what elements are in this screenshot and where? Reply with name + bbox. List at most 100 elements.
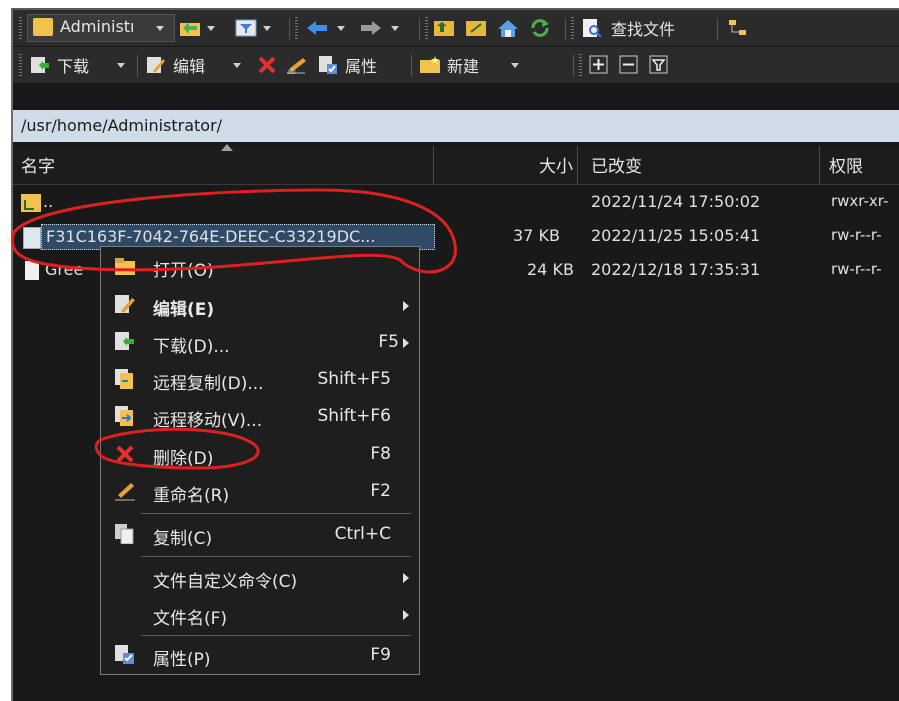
address-bar[interactable]: /usr/home/Administrator/ (13, 110, 899, 142)
chevron-down-icon (391, 26, 399, 31)
toolbar-grip[interactable] (579, 54, 582, 78)
tree-view-button[interactable] (727, 15, 755, 41)
chevron-down-icon (207, 26, 215, 31)
toolbar-grip[interactable] (571, 17, 574, 41)
menu-item-delete[interactable]: 删除(D) F8 (101, 437, 419, 473)
parent-directory-button[interactable] (433, 15, 459, 41)
new-label: 新建 (447, 57, 480, 76)
edit-icon (115, 295, 135, 313)
file-icon (25, 261, 39, 280)
column-size[interactable]: 大小 (539, 152, 573, 177)
context-menu: 打开(O) 编辑(E) 下载(D)... F5 远程复制(D)... Shift… (100, 246, 420, 675)
file-changed: 2022/11/24 17:50:02 (591, 192, 761, 211)
navigation-toolbar: Administı 查找文件 (13, 10, 899, 46)
file-icon (23, 227, 41, 249)
find-files-button[interactable]: 查找文件 (581, 15, 713, 41)
column-divider[interactable] (819, 146, 820, 184)
rename-button[interactable]: ab (285, 52, 311, 78)
toolbar-separator (717, 18, 718, 40)
select-all-button[interactable] (589, 52, 611, 78)
filter-button[interactable] (235, 15, 275, 41)
toolbar-grip[interactable] (19, 54, 22, 78)
menu-item-copy[interactable]: 复制(C) Ctrl+C (101, 517, 419, 553)
parent-folder-icon (21, 194, 41, 212)
copy-icon (115, 524, 134, 544)
rename-icon (115, 483, 135, 501)
menu-item-properties[interactable]: 属性(P) F9 (101, 638, 419, 674)
menu-item-download[interactable]: 下载(D)... F5 (101, 325, 419, 361)
delete-icon (116, 445, 134, 463)
download-icon (115, 332, 134, 350)
chevron-down-icon (233, 63, 241, 68)
find-files-icon (583, 19, 602, 38)
toolbar-grip[interactable] (19, 17, 22, 41)
download-button[interactable]: 下载 (29, 52, 133, 78)
toolbar-separator (411, 55, 412, 77)
submenu-arrow-icon (403, 610, 409, 620)
minus-icon (619, 55, 638, 74)
find-files-label: 查找文件 (611, 20, 676, 39)
filter-icon (649, 55, 668, 74)
unselect-all-button[interactable] (619, 52, 641, 78)
chevron-down-icon[interactable] (156, 26, 164, 31)
column-divider[interactable] (433, 146, 434, 184)
file-list-header: 名字 大小 已改变 权限 (13, 144, 899, 185)
chevron-down-icon (337, 26, 345, 31)
edit-button[interactable]: 编辑 (145, 52, 251, 78)
properties-button[interactable]: 属性 (317, 52, 407, 78)
remote-move-icon (115, 406, 133, 426)
new-button[interactable]: 新建 (419, 52, 529, 78)
folder-icon (33, 18, 53, 36)
file-rights: rwxr-xr- (831, 192, 889, 210)
svg-text:ab: ab (287, 68, 296, 75)
sort-ascending-icon (221, 144, 233, 151)
remote-copy-icon (115, 369, 133, 389)
column-rights[interactable]: 权限 (829, 152, 863, 177)
column-changed[interactable]: 已改变 (591, 152, 642, 177)
delete-button[interactable] (257, 52, 281, 78)
menu-item-open[interactable]: 打开(O) (101, 249, 419, 285)
directory-label: Administı (60, 17, 135, 36)
file-changed: 2022/11/25 15:05:41 (591, 226, 761, 245)
edit-icon (147, 57, 165, 73)
toolbar-grip[interactable] (295, 17, 298, 41)
refresh-icon (531, 19, 549, 37)
menu-separator (141, 635, 411, 636)
rename-icon: ab (287, 58, 306, 75)
chevron-down-icon (511, 63, 519, 68)
folder-open-icon (180, 22, 200, 36)
filter-select-button[interactable] (649, 52, 671, 78)
edit-label: 编辑 (173, 57, 206, 76)
refresh-button[interactable] (529, 15, 555, 41)
download-label: 下载 (57, 57, 90, 76)
properties-label: 属性 (345, 57, 378, 76)
file-rights: rw-r--r- (831, 226, 882, 244)
menu-item-edit[interactable]: 编辑(E) (101, 288, 419, 324)
open-directory-button[interactable] (179, 15, 219, 41)
toolbar-grip[interactable] (425, 17, 428, 41)
properties-icon (115, 645, 134, 664)
root-directory-button[interactable] (465, 15, 491, 41)
submenu-arrow-icon (403, 338, 409, 348)
parent-folder-icon (434, 21, 454, 36)
menu-item-rename[interactable]: 重命名(R) F2 (101, 474, 419, 510)
column-divider[interactable] (577, 146, 578, 184)
back-button[interactable] (305, 15, 355, 41)
menu-item-remote-move[interactable]: 远程移动(V)... Shift+F6 (101, 399, 419, 435)
column-name[interactable]: 名字 (21, 152, 55, 177)
menu-item-remote-copy[interactable]: 远程复制(D)... Shift+F5 (101, 362, 419, 398)
filter-icon (235, 19, 257, 37)
download-icon (31, 57, 49, 73)
file-row-parent[interactable]: .. 2022/11/24 17:50:02 rwxr-xr- (13, 186, 899, 220)
toolbar-separator (289, 18, 290, 40)
current-path: /usr/home/Administrator/ (21, 116, 223, 135)
file-toolbar: 下载 编辑 ab 属性 新建 (13, 47, 899, 83)
directory-dropdown[interactable]: Administı (27, 14, 175, 42)
home-directory-button[interactable] (497, 15, 523, 41)
menu-item-custom-commands[interactable]: 文件自定义命令(C) (101, 560, 419, 596)
menu-separator (141, 513, 411, 514)
menu-item-file-names[interactable]: 文件名(F) (101, 597, 419, 633)
toolbar-separator (565, 18, 566, 40)
forward-button[interactable] (359, 15, 413, 41)
submenu-arrow-icon (403, 573, 409, 583)
